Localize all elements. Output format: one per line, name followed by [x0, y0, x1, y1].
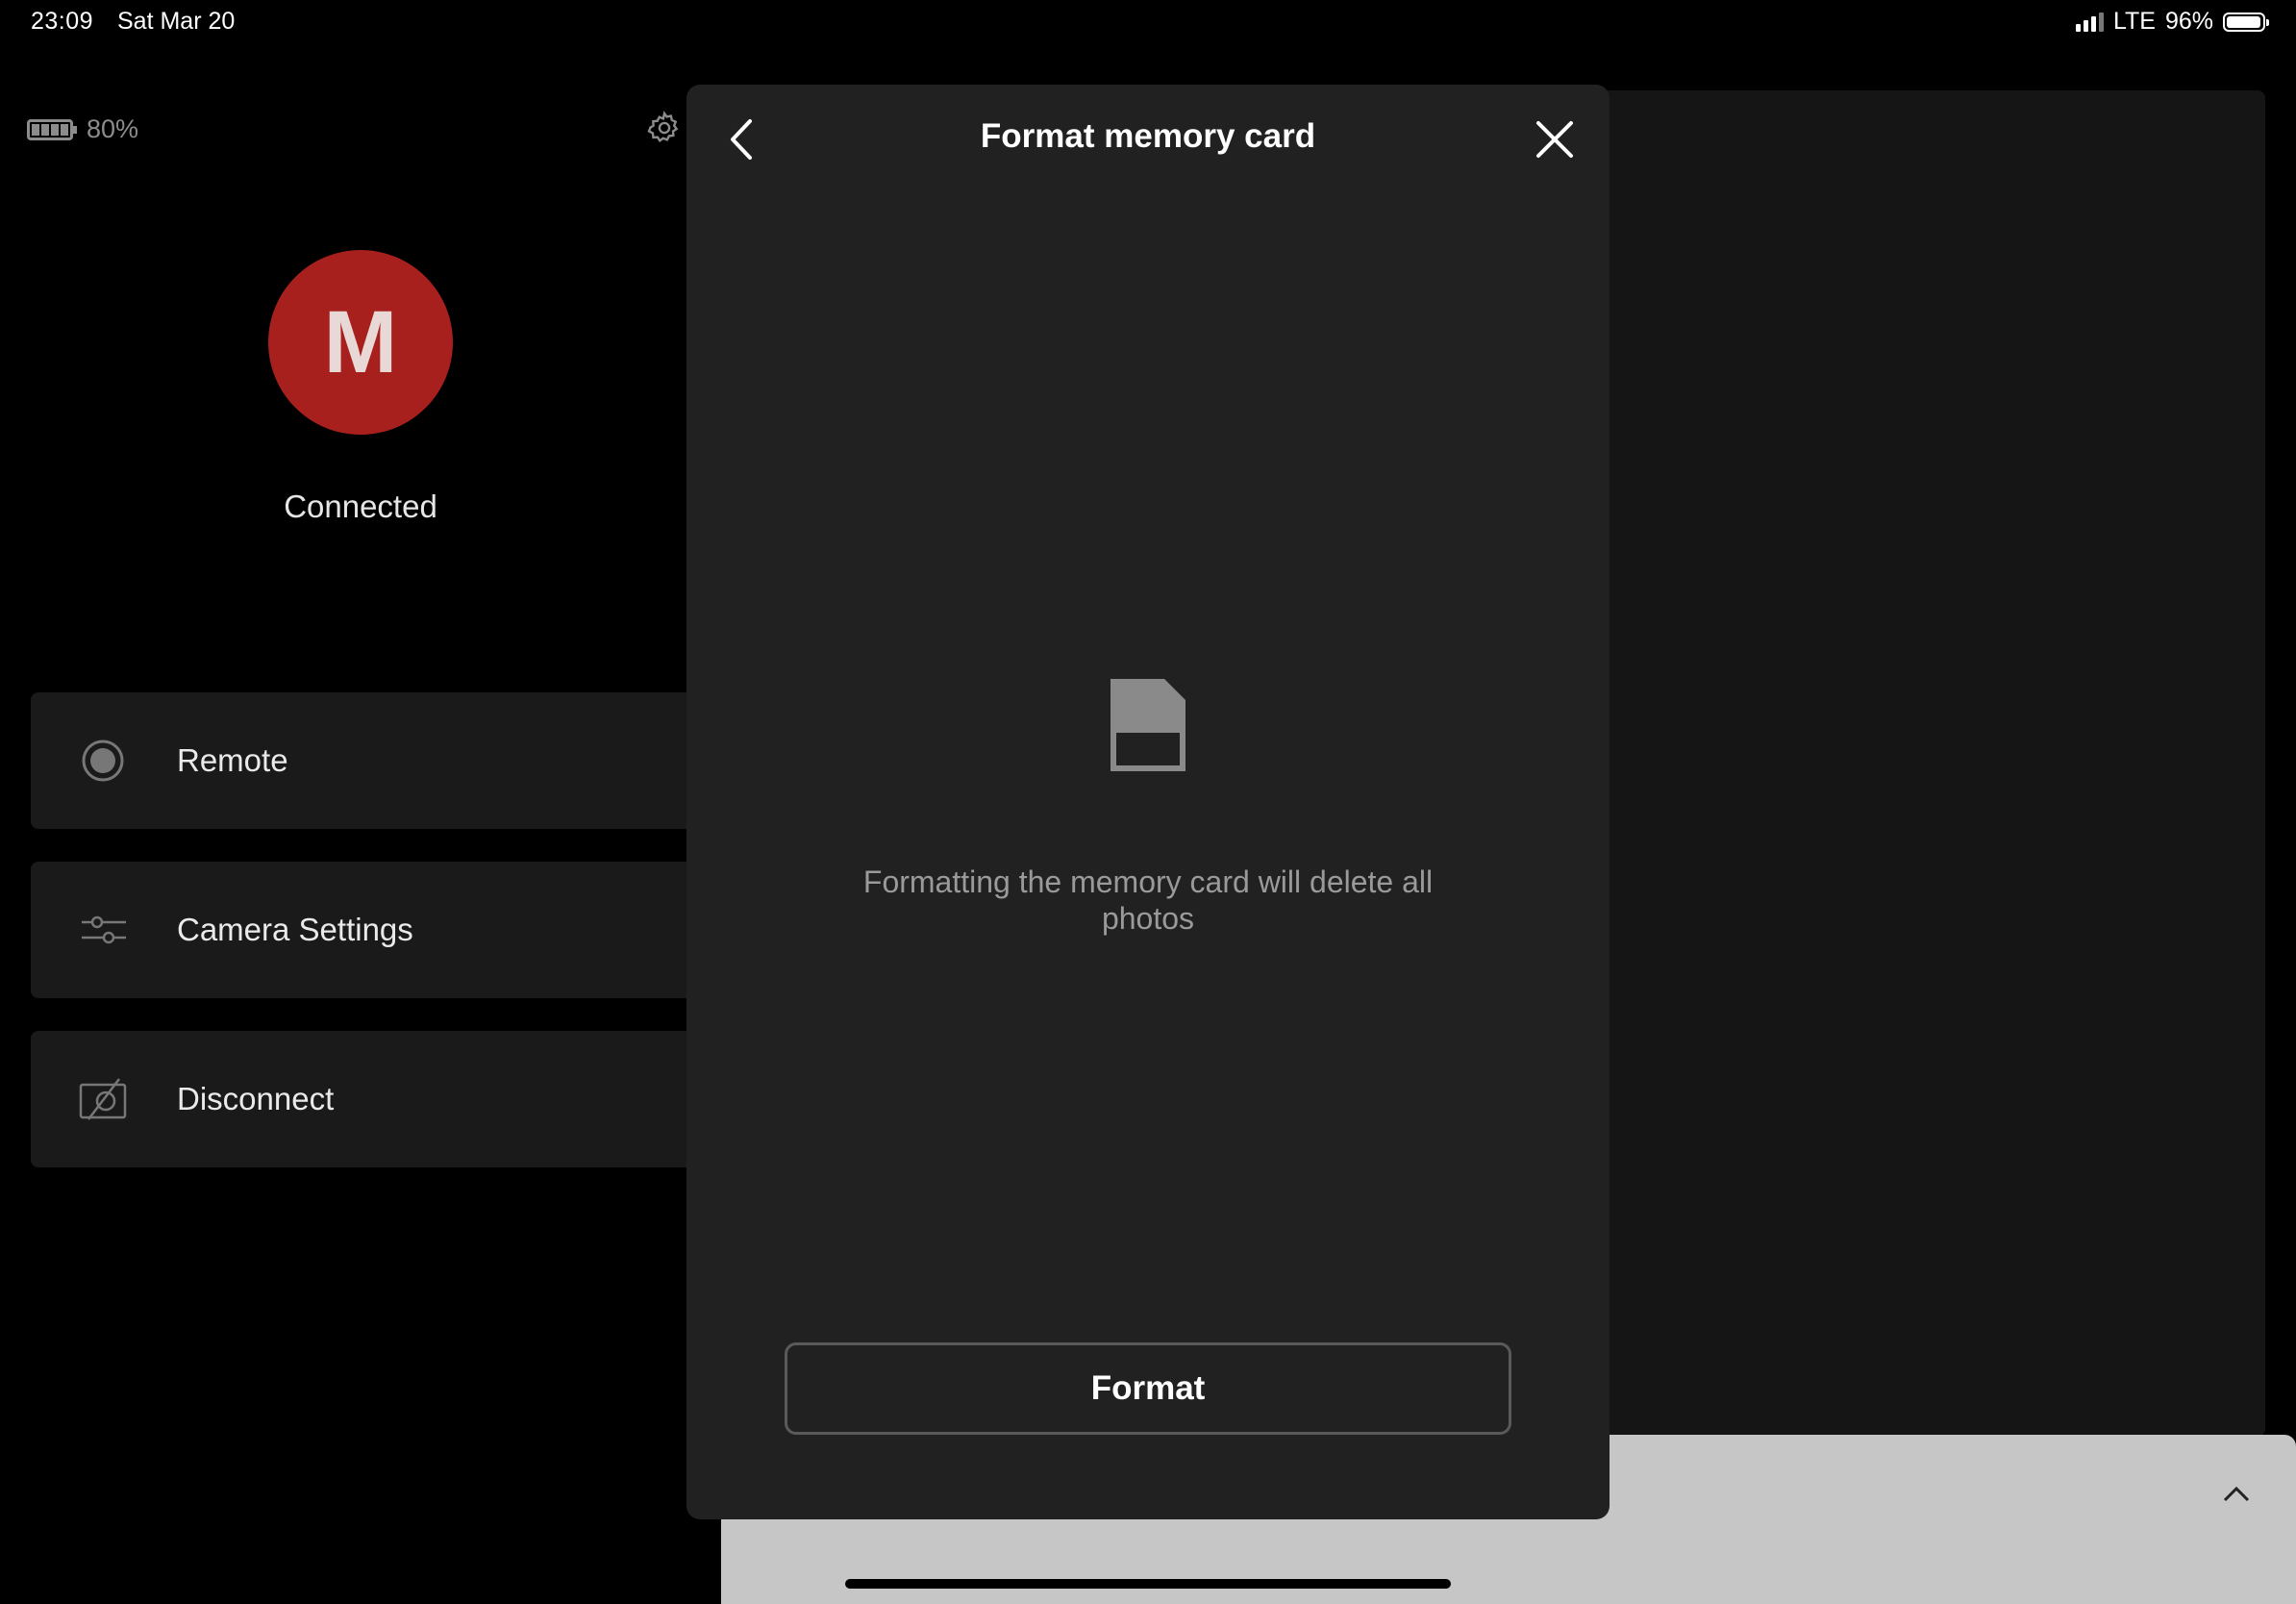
menu-item-label: Camera Settings: [177, 912, 413, 947]
menu-item-label: Disconnect: [177, 1081, 335, 1116]
connection-status: Connected: [284, 489, 437, 524]
camera-off-icon: [79, 1075, 127, 1123]
camera-battery-percent: 80%: [87, 114, 139, 143]
camera-battery: 80%: [27, 114, 138, 144]
memory-card-icon: [1111, 679, 1185, 771]
menu-item-label: Remote: [177, 742, 288, 778]
record-icon: [79, 737, 127, 785]
battery-icon: [2223, 12, 2269, 32]
sliders-icon: [79, 906, 127, 954]
back-icon[interactable]: [723, 113, 761, 165]
signal-icon: [2075, 12, 2104, 32]
gear-icon[interactable]: [646, 110, 683, 146]
menu-item-camera-settings[interactable]: Camera Settings: [31, 862, 694, 998]
chevron-up-icon[interactable]: [2217, 1479, 2256, 1508]
close-icon[interactable]: [1535, 119, 1575, 160]
status-date: Sat Mar 20: [117, 8, 236, 35]
battery-percent: 96%: [2164, 8, 2213, 35]
format-warning-message: Formatting the memory card will delete a…: [862, 865, 1434, 936]
status-time: 23:09: [31, 8, 94, 35]
network-label: LTE: [2112, 8, 2156, 35]
home-indicator[interactable]: [845, 1579, 1451, 1589]
menu-item-remote[interactable]: Remote: [31, 692, 694, 829]
camera-battery-icon: [27, 118, 77, 140]
content-panel: [1596, 90, 2265, 1437]
format-modal: [686, 85, 1610, 1519]
status-indicators: LTE 96%: [2075, 8, 2269, 36]
modal-title: Format memory card: [980, 117, 1316, 155]
menu-item-disconnect[interactable]: Disconnect: [31, 1031, 694, 1167]
format-button[interactable]: Format: [785, 1342, 1511, 1435]
avatar: M: [268, 250, 453, 435]
